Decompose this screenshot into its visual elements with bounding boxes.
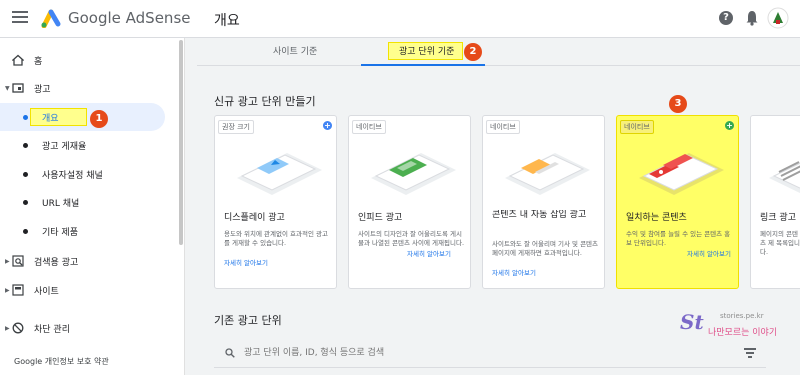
top-app-bar: Google AdSense 개요 ?	[0, 0, 800, 38]
sidebar-item-sites[interactable]: ▶ 사이트	[0, 277, 178, 303]
active-tab-indicator	[361, 64, 485, 66]
bullet-icon	[23, 115, 28, 120]
sidebar-scrollbar[interactable]	[179, 40, 183, 245]
sidebar-item-label: 광고 게재율	[42, 141, 87, 152]
sidebar-item-url-channels[interactable]: URL 채널	[0, 189, 178, 215]
watermark: St stories.pe.kr 나만모르는 이야기	[680, 310, 795, 340]
sidebar-item-label: 사이트	[34, 286, 59, 297]
watermark-subtitle: 나만모르는 이야기	[708, 328, 778, 338]
bullet-icon	[23, 229, 28, 234]
search-input[interactable]	[244, 346, 724, 360]
learn-more-link[interactable]: 자세히 알아보기	[224, 257, 332, 267]
learn-more-link[interactable]: 자세히 알아보기	[687, 248, 735, 258]
watermark-url: stories.pe.kr	[720, 312, 764, 320]
new-ad-unit-title: 신규 광고 단위 만들기	[214, 95, 316, 108]
annotation-badge-3: 3	[669, 95, 687, 113]
card-description: 용도와 위치에 관계없이 효과적인 광고를 게재할 수 있습니다.	[224, 230, 328, 247]
hamburger-menu-icon[interactable]	[12, 11, 28, 25]
sidebar-item-label: 검색용 광고	[34, 257, 79, 268]
bullet-icon	[23, 200, 28, 205]
bullet-icon	[23, 143, 28, 148]
footer-links[interactable]: Google 개인정보 보호 약관	[14, 356, 109, 367]
card-tag: 네이티브	[620, 120, 654, 134]
annotation-badge-2: 2	[464, 43, 482, 61]
sidebar-item-label: URL 채널	[42, 198, 80, 209]
tab-by-site[interactable]: 사이트 기준	[273, 44, 317, 57]
in-feed-ad-illustration	[371, 153, 456, 195]
card-description: 사이트의 디자인과 잘 어울리도록 게시물과 나열된 콘텐츠 사이에 게재됩니다…	[358, 230, 465, 247]
card-tag: 권장 크기	[218, 120, 254, 134]
sidebar: 1 홈 ▼ 광고 개요 광고 게재율 사용자설정 채널 URL 채널 기타 제품…	[0, 38, 185, 375]
sidebar-item-search-ads[interactable]: ▶ 검색용 광고	[0, 248, 178, 274]
in-article-ad-illustration	[505, 153, 590, 195]
sidebar-item-ads[interactable]: ▼ 광고	[0, 75, 178, 101]
card-description: 수익 및 참여를 늘릴 수 있는 콘텐츠 홍보 단위입니다.	[626, 230, 731, 247]
sidebar-item-other-products[interactable]: 기타 제품	[0, 218, 178, 244]
link-ad-illustration	[769, 161, 800, 194]
tab-by-ad-unit[interactable]: 광고 단위 기준	[399, 44, 454, 57]
search-ads-icon	[12, 255, 24, 267]
card-title: 인피드 광고	[358, 213, 403, 223]
notifications-bell-icon[interactable]	[745, 10, 759, 26]
search-icon	[225, 348, 235, 358]
existing-ad-units-title: 기존 광고 단위	[214, 314, 282, 327]
sidebar-item-overview[interactable]: 개요	[0, 104, 178, 130]
caret-right-icon[interactable]: ▶	[5, 258, 10, 265]
brand-name: Google AdSense	[68, 9, 191, 27]
card-tag: 네이티브	[352, 120, 386, 134]
card-link-ads[interactable]: 링크 광고 페이지의 콘텐츠 제 목록입니다.	[750, 115, 800, 289]
card-in-article-ads[interactable]: 네이티브 콘텐츠 내 자동 삽입 광고 사이트와도 잘 어울리며 기사 및 콘텐…	[482, 115, 605, 289]
card-tag: 네이티브	[486, 120, 520, 134]
matched-content-illustration	[639, 153, 724, 195]
display-ad-illustration	[237, 153, 322, 195]
filter-icon[interactable]	[744, 348, 756, 358]
card-in-feed-ads[interactable]: 네이티브 인피드 광고 사이트의 디자인과 잘 어울리도록 게시물과 나열된 콘…	[348, 115, 471, 289]
home-icon	[12, 54, 24, 66]
sidebar-item-label: 기타 제품	[42, 227, 78, 238]
card-title: 일치하는 콘텐츠	[626, 213, 687, 223]
card-title: 디스플레이 광고	[224, 213, 285, 223]
sidebar-item-label: 사용자설정 채널	[42, 170, 103, 181]
learn-more-link[interactable]: 자세히 알아보기	[492, 267, 600, 277]
card-matched-content[interactable]: 네이티브 + 일치하는 콘텐츠 수익 및 참여를 늘릴 수 있는 콘텐츠 홍보 …	[616, 115, 739, 289]
card-title: 링크 광고	[760, 213, 796, 223]
tab-bar: 사이트 기준 광고 단위 기준 2	[197, 38, 800, 66]
adsense-logo	[41, 9, 61, 28]
ad-unit-search-bar[interactable]	[214, 338, 766, 368]
learn-more-link[interactable]: 자세히 알아보기	[407, 248, 467, 258]
caret-right-icon[interactable]: ▶	[5, 287, 10, 294]
card-display-ads[interactable]: 권장 크기 + 디스플레이 광고 용도와 위치에 관계없이 효과적인 광고를 게…	[214, 115, 337, 289]
watermark-logo: St	[680, 310, 704, 334]
ad-icon	[12, 83, 24, 93]
sidebar-item-ad-serving[interactable]: 광고 게재율	[0, 132, 178, 158]
sidebar-item-label: 홈	[34, 56, 43, 67]
block-icon	[12, 322, 24, 334]
sidebar-item-label: 개요	[42, 113, 59, 124]
card-title: 콘텐츠 내 자동 삽입 광고	[492, 210, 587, 220]
sidebar-item-home[interactable]: 홈	[0, 47, 178, 73]
card-description: 사이트와도 잘 어울리며 기사 및 콘텐츠 페이지에 게재하면 효과적입니다.	[492, 240, 599, 257]
help-icon[interactable]: ?	[719, 11, 733, 25]
sidebar-item-custom-channels[interactable]: 사용자설정 채널	[0, 161, 178, 187]
bullet-icon	[23, 172, 28, 177]
sidebar-item-label: 차단 관리	[34, 324, 70, 335]
page-title: 개요	[214, 13, 240, 29]
card-description: 페이지의 콘텐츠 제 목록입니다.	[760, 230, 800, 256]
add-icon[interactable]: +	[725, 121, 734, 130]
site-icon	[12, 284, 24, 296]
caret-down-icon[interactable]: ▼	[5, 85, 10, 92]
sidebar-item-blocking-controls[interactable]: ▶ 차단 관리	[0, 315, 178, 341]
sidebar-item-label: 광고	[34, 84, 51, 95]
add-icon[interactable]: +	[323, 121, 332, 130]
avatar[interactable]	[767, 7, 789, 29]
caret-right-icon[interactable]: ▶	[5, 325, 10, 332]
